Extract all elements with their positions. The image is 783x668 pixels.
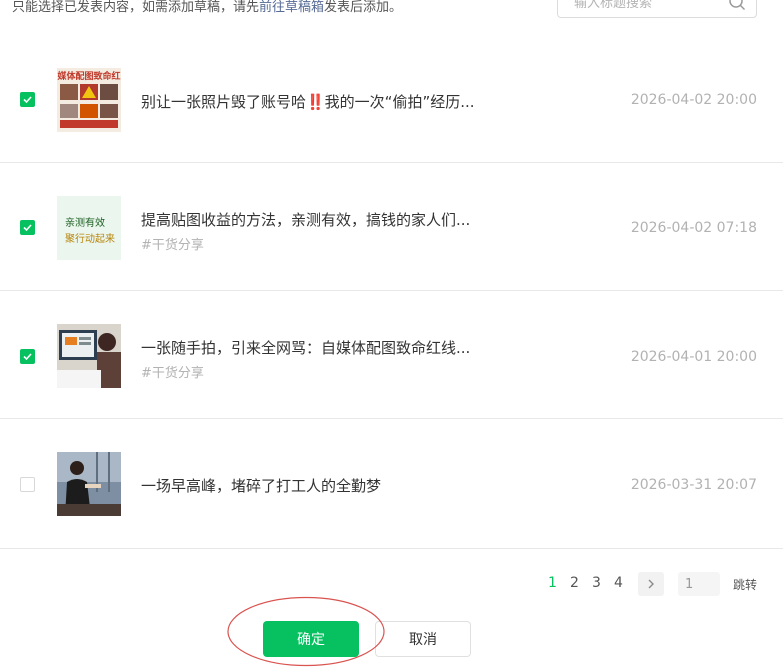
notice-suffix: 发表后添加。 [324, 0, 403, 15]
article-checkbox[interactable] [20, 92, 35, 107]
article-thumbnail [57, 324, 121, 388]
chevron-right-icon [648, 579, 654, 589]
jump-page-input[interactable] [678, 572, 720, 596]
article-tag: #干货分享 [141, 238, 204, 253]
notice-prefix: 只能选择已发表内容，如需添加草稿，请先 [12, 0, 260, 15]
article-thumbnail [57, 452, 121, 516]
article-date: 2026-04-01 20:00 [630, 349, 757, 365]
article-date: 2026-04-02 20:00 [630, 92, 757, 108]
article-checkbox[interactable] [20, 220, 35, 235]
drafts-link[interactable]: 前往草稿箱 [259, 0, 324, 15]
check-icon [23, 96, 32, 104]
check-icon [23, 353, 32, 361]
search-icon[interactable] [728, 0, 746, 11]
cancel-button[interactable]: 取消 [375, 621, 471, 657]
article-row[interactable]: 亲测有效 聚行动起来 提高贴图收益的方法，亲测有效，搞钱的家人们... #干货分… [0, 163, 783, 291]
article-row[interactable]: 一张随手拍，引来全网骂：自媒体配图致命红线... #干货分享 2026-04-0… [0, 291, 783, 419]
page-2[interactable]: 2 [570, 575, 579, 591]
article-thumbnail: 媒体配图致命红 [57, 68, 121, 132]
thumbnail-caption-1: 亲测有效 [65, 216, 105, 229]
article-checkbox[interactable] [20, 477, 35, 492]
article-title: 一场早高峰，堵碎了打工人的全勤梦 [141, 477, 382, 495]
jump-button[interactable]: 跳转 [733, 576, 757, 593]
confirm-button[interactable]: 确定 [263, 621, 359, 657]
title-search[interactable] [557, 0, 757, 18]
article-title: 一张随手拍，引来全网骂：自媒体配图致命红线... [141, 339, 471, 357]
article-title: 提高贴图收益的方法，亲测有效，搞钱的家人们... [141, 211, 471, 229]
instruction-notice: 只能选择已发表内容，如需添加草稿，请先前往草稿箱发表后添加。 [12, 0, 402, 15]
thumbnail-caption: 媒体配图致命红 [57, 70, 121, 82]
article-date: 2026-04-02 07:18 [630, 220, 757, 236]
article-date: 2026-03-31 20:07 [630, 477, 757, 493]
thumbnail-caption-2: 聚行动起来 [65, 232, 115, 245]
article-row[interactable]: 媒体配图致命红 别让一张照片毁了账号哈‼️我的一次“偷拍”经历... 2026-… [0, 35, 783, 163]
next-page-button[interactable] [638, 572, 664, 596]
article-list: 媒体配图致命红 别让一张照片毁了账号哈‼️我的一次“偷拍”经历... 2026-… [0, 35, 783, 549]
article-tag: #干货分享 [141, 366, 204, 381]
article-row[interactable]: 一场早高峰，堵碎了打工人的全勤梦 2026-03-31 20:07 [0, 419, 783, 549]
page-3[interactable]: 3 [592, 575, 601, 591]
search-input[interactable] [572, 0, 726, 13]
page-1[interactable]: 1 [548, 575, 557, 591]
article-checkbox[interactable] [20, 349, 35, 364]
page-4[interactable]: 4 [614, 575, 623, 591]
pagination: 1 2 3 4 跳转 [0, 572, 783, 597]
check-icon [23, 224, 32, 232]
article-thumbnail: 亲测有效 聚行动起来 [57, 196, 121, 260]
article-title: 别让一张照片毁了账号哈‼️我的一次“偷拍”经历... [141, 93, 475, 111]
